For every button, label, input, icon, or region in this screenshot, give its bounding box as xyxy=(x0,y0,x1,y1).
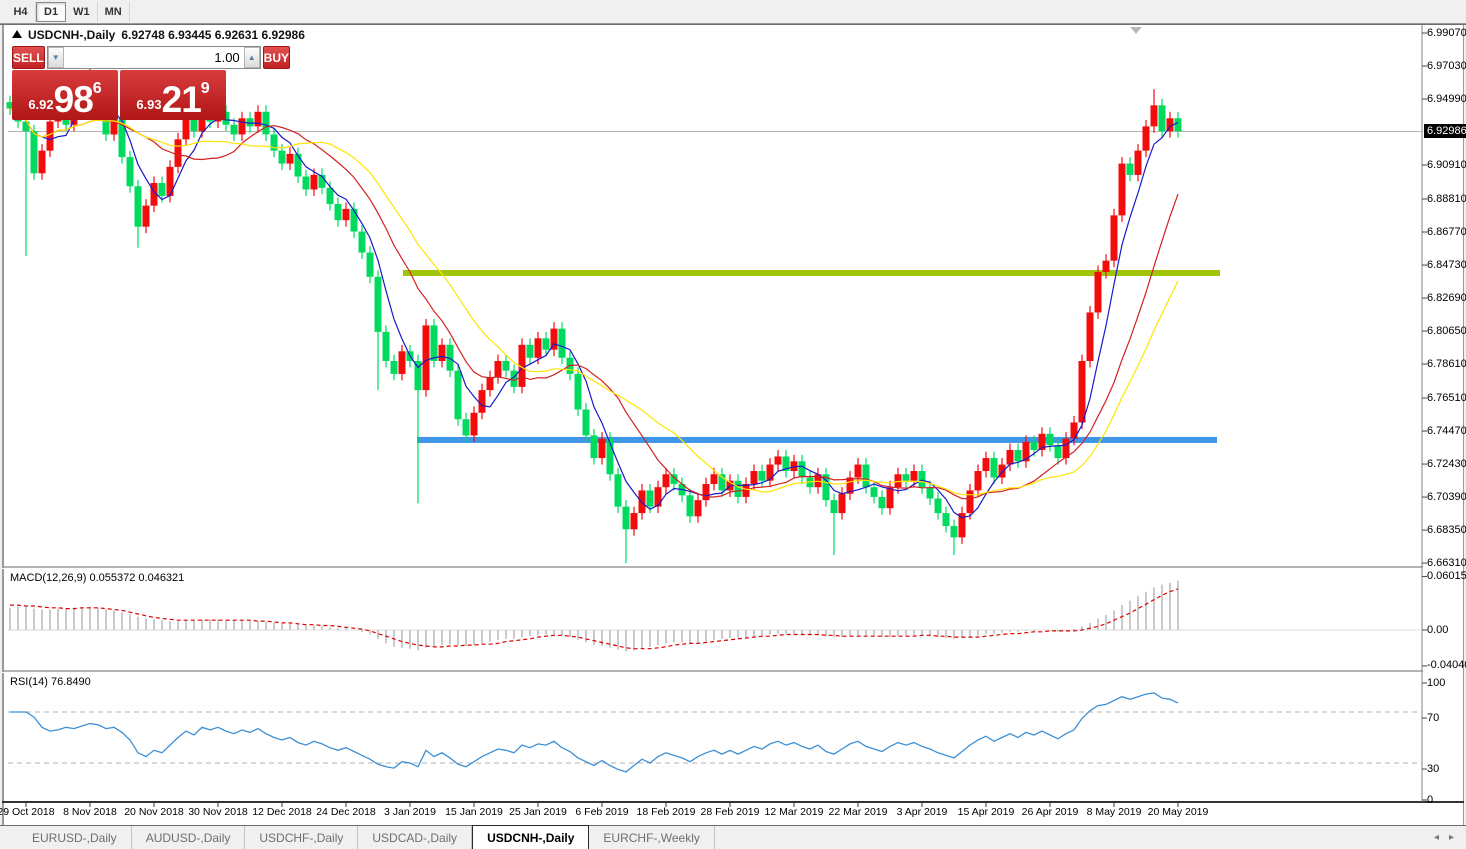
macd-axis-label: -0.040407 xyxy=(1427,659,1466,671)
volume-input[interactable] xyxy=(64,47,244,68)
chart-tab-list: EURUSD-,DailyAUDUSD-,DailyUSDCHF-,DailyU… xyxy=(18,826,715,849)
rsi-axis-label: 30 xyxy=(1427,763,1439,775)
price-axis-label: 6.78610 xyxy=(1427,358,1466,370)
price-axis-label: 6.94990 xyxy=(1427,93,1466,105)
price-axis-label: 6.90910 xyxy=(1427,159,1466,171)
rsi-axis-label: 100 xyxy=(1427,677,1445,689)
one-click-trade-panel: SELL ▼ ▲ BUY 6.92 98 6 6.93 21 9 xyxy=(12,46,226,120)
date-label: 26 Apr 2019 xyxy=(1013,806,1087,818)
price-axis-label: 6.86770 xyxy=(1427,226,1466,238)
sell-price-point: 6 xyxy=(93,80,102,98)
chart-tab-eurchf-weekly[interactable]: EURCHF-,Weekly xyxy=(589,826,714,849)
timeframe-toolbar: H4 D1 W1 MN xyxy=(0,0,1466,24)
sell-price-major: 6.92 xyxy=(28,97,53,112)
symbol-header: USDCNH-,Daily 6.92748 6.93445 6.92631 6.… xyxy=(12,28,305,42)
chart-tab-eurusd-daily[interactable]: EURUSD-,Daily xyxy=(18,826,132,849)
date-label: 28 Feb 2019 xyxy=(693,806,767,818)
price-axis-label: 6.74470 xyxy=(1427,425,1466,437)
chart-tab-usdcad-daily[interactable]: USDCAD-,Daily xyxy=(358,826,472,849)
chart-shift-marker-icon[interactable] xyxy=(1130,27,1142,34)
date-label: 22 Mar 2019 xyxy=(821,806,895,818)
volume-increase-icon[interactable]: ▲ xyxy=(244,47,260,68)
rsi-line xyxy=(10,693,1178,772)
price-axis-label: 6.84730 xyxy=(1427,259,1466,271)
date-label: 30 Nov 2018 xyxy=(181,806,255,818)
trendline-support xyxy=(417,437,1217,443)
symbol-expand-icon[interactable] xyxy=(12,30,22,38)
sell-price-tile[interactable]: 6.92 98 6 xyxy=(12,70,118,120)
rsi-label: RSI(14) 76.8490 xyxy=(10,676,91,688)
chart-tab-usdcnh-daily[interactable]: USDCNH-,Daily xyxy=(472,825,589,849)
date-label: 20 Nov 2018 xyxy=(117,806,191,818)
buy-price-pips: 21 xyxy=(162,83,201,116)
date-label: 6 Feb 2019 xyxy=(565,806,639,818)
current-price-tag: 6.92986 xyxy=(1424,124,1466,138)
date-label: 15 Jan 2019 xyxy=(437,806,511,818)
date-label: 20 May 2019 xyxy=(1141,806,1215,818)
date-label: 8 Nov 2018 xyxy=(53,806,127,818)
price-axis-label: 6.72430 xyxy=(1427,458,1466,470)
date-label: 18 Feb 2019 xyxy=(629,806,703,818)
rsi-axis-label: 0 xyxy=(1427,794,1433,806)
rsi-axis-label: 70 xyxy=(1427,712,1439,724)
volume-decrease-icon[interactable]: ▼ xyxy=(48,47,64,68)
symbol-title: USDCNH-,Daily xyxy=(28,28,115,42)
buy-button[interactable]: BUY xyxy=(263,46,290,69)
date-label: 25 Jan 2019 xyxy=(501,806,575,818)
timeframe-h4-button[interactable]: H4 xyxy=(6,2,36,22)
timeframe-d1-button[interactable]: D1 xyxy=(36,2,66,22)
price-axis-label: 6.76510 xyxy=(1427,392,1466,404)
macd-axis-label: 0.00 xyxy=(1427,624,1448,636)
symbol-ohlc-values: 6.92748 6.93445 6.92631 6.92986 xyxy=(121,28,305,42)
date-label: 3 Jan 2019 xyxy=(373,806,447,818)
chart-tab-audusd-daily[interactable]: AUDUSD-,Daily xyxy=(132,826,246,849)
buy-price-major: 6.93 xyxy=(136,97,161,112)
chart-tab-bar: EURUSD-,DailyAUDUSD-,DailyUSDCHF-,DailyU… xyxy=(0,825,1466,849)
timeframe-mn-button[interactable]: MN xyxy=(98,2,130,22)
sell-button[interactable]: SELL xyxy=(12,46,45,69)
chart-tab-usdchf-daily[interactable]: USDCHF-,Daily xyxy=(245,826,358,849)
date-label: 8 May 2019 xyxy=(1077,806,1151,818)
buy-price-point: 9 xyxy=(201,80,210,98)
price-axis-label: 6.66310 xyxy=(1427,557,1466,569)
price-axis-label: 6.88810 xyxy=(1427,193,1466,205)
volume-stepper: ▼ ▲ xyxy=(47,46,261,69)
date-label: 12 Mar 2019 xyxy=(757,806,831,818)
price-axis-label: 6.68350 xyxy=(1427,524,1466,536)
price-axis-label: 6.80650 xyxy=(1427,325,1466,337)
timeframe-w1-button[interactable]: W1 xyxy=(66,2,98,22)
trading-terminal: H4 D1 W1 MN USDCNH-,Daily 6.92748 6.9344… xyxy=(0,0,1466,849)
macd-label: MACD(12,26,9) 0.055372 0.046321 xyxy=(10,572,184,584)
price-axis-label: 6.82690 xyxy=(1427,292,1466,304)
price-chart-canvas[interactable] xyxy=(0,0,1466,849)
price-axis-label: 6.70390 xyxy=(1427,491,1466,503)
price-axis-label: 6.99070 xyxy=(1427,27,1466,39)
date-label: 3 Apr 2019 xyxy=(885,806,959,818)
date-label: 12 Dec 2018 xyxy=(245,806,319,818)
tab-scroll-left-icon[interactable]: ◂ xyxy=(1434,832,1439,843)
date-label: 15 Apr 2019 xyxy=(949,806,1023,818)
buy-price-tile[interactable]: 6.93 21 9 xyxy=(120,70,226,120)
tab-scroll-right-icon[interactable]: ▸ xyxy=(1449,832,1454,843)
tab-scroll-arrows: ◂ ▸ xyxy=(1434,826,1466,849)
date-label: 24 Dec 2018 xyxy=(309,806,383,818)
price-axis-label: 6.97030 xyxy=(1427,60,1466,72)
sell-price-pips: 98 xyxy=(54,83,93,116)
macd-axis-label: 0.060159 xyxy=(1427,570,1466,582)
